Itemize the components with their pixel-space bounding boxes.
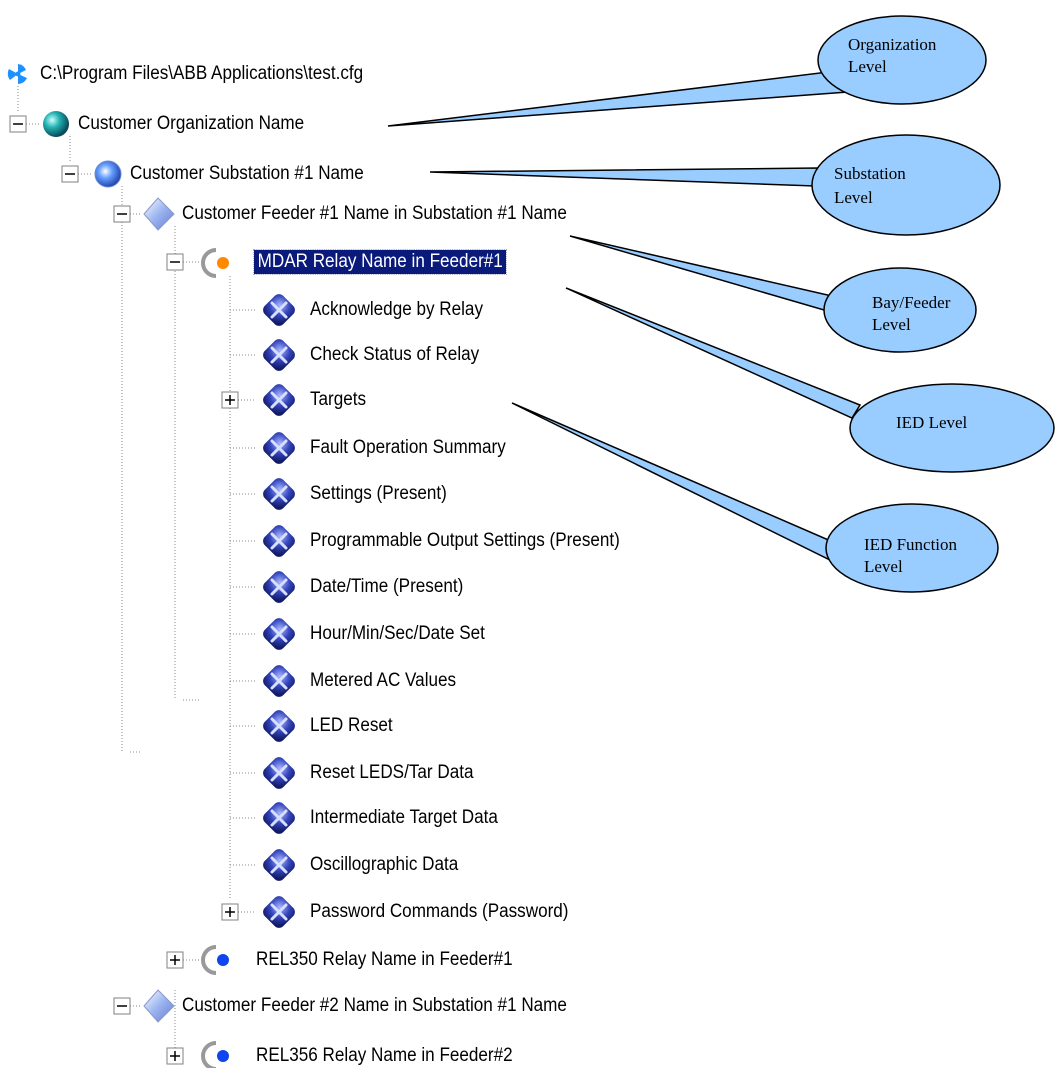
function-item[interactable]: Targets bbox=[310, 388, 366, 412]
collapse-toggle-substation[interactable] bbox=[61, 165, 79, 183]
tree-node-feeder1[interactable]: Customer Feeder #1 Name in Substation #1… bbox=[182, 202, 567, 226]
function-item[interactable]: Oscillographic Data bbox=[310, 853, 458, 877]
mdar-relay-icon bbox=[201, 248, 229, 278]
function-icons bbox=[263, 294, 295, 928]
collapse-toggle-organization[interactable] bbox=[9, 115, 27, 133]
rel356-relay-icon bbox=[201, 1041, 229, 1071]
callout-substation-bubble bbox=[811, 134, 1001, 236]
function-icon bbox=[263, 710, 295, 742]
callout-ied-function-line2: Level bbox=[864, 557, 903, 576]
function-item[interactable]: Date/Time (Present) bbox=[310, 575, 463, 599]
collapse-toggle-feeder1[interactable] bbox=[113, 205, 131, 223]
callout-bay-line1: Bay/Feeder bbox=[872, 293, 951, 312]
function-item[interactable]: Acknowledge by Relay bbox=[310, 298, 483, 322]
function-icon bbox=[263, 478, 295, 510]
function-item[interactable]: Settings (Present) bbox=[310, 482, 447, 506]
function-item[interactable]: Fault Operation Summary bbox=[310, 436, 506, 460]
function-item[interactable]: Check Status of Relay bbox=[310, 343, 479, 367]
tree-diagram: C:\Program Files\ABB Applications\test.c… bbox=[0, 0, 1056, 1071]
expand-toggle-password-commands[interactable] bbox=[221, 903, 239, 921]
function-icon bbox=[263, 384, 295, 416]
substation-icon bbox=[94, 160, 122, 188]
function-item[interactable]: Reset LEDS/Tar Data bbox=[310, 761, 473, 785]
expand-toggle-targets[interactable] bbox=[221, 391, 239, 409]
function-item[interactable]: Password Commands (Password) bbox=[310, 900, 568, 924]
feeder1-icon bbox=[143, 197, 175, 231]
collapse-toggle-mdar-relay[interactable] bbox=[166, 253, 184, 271]
callout-ied-function-line1: IED Function bbox=[864, 535, 958, 554]
callout-organization-line1: Organization bbox=[848, 35, 937, 54]
callout-organization-line2: Level bbox=[848, 57, 887, 76]
function-icon bbox=[263, 571, 295, 603]
callout-ied-line1: IED Level bbox=[896, 413, 968, 432]
expand-toggle-rel356[interactable] bbox=[166, 1047, 184, 1065]
function-icon bbox=[263, 849, 295, 881]
tree-node-organization[interactable]: Customer Organization Name bbox=[78, 112, 304, 136]
function-item[interactable]: LED Reset bbox=[310, 714, 393, 738]
callout-substation-line2: Level bbox=[834, 188, 873, 207]
function-item[interactable]: Programmable Output Settings (Present) bbox=[310, 529, 620, 553]
function-icon bbox=[263, 339, 295, 371]
function-icon bbox=[263, 525, 295, 557]
function-icon bbox=[263, 802, 295, 834]
rel350-relay-icon bbox=[201, 945, 229, 975]
function-item[interactable]: Intermediate Target Data bbox=[310, 806, 498, 830]
function-item[interactable]: Metered AC Values bbox=[310, 669, 456, 693]
function-icon bbox=[263, 896, 295, 928]
function-icon bbox=[263, 665, 295, 697]
tree-connectors bbox=[17, 86, 256, 1056]
tree-node-rel356-relay[interactable]: REL356 Relay Name in Feeder#2 bbox=[256, 1044, 513, 1068]
expand-toggle-rel350[interactable] bbox=[166, 951, 184, 969]
config-path-label[interactable]: C:\Program Files\ABB Applications\test.c… bbox=[40, 62, 363, 86]
callout-bay-line2: Level bbox=[872, 315, 911, 334]
function-item[interactable]: Hour/Min/Sec/Date Set bbox=[310, 622, 485, 646]
config-file-icon bbox=[7, 64, 28, 84]
tree-node-feeder2[interactable]: Customer Feeder #2 Name in Substation #1… bbox=[182, 994, 567, 1018]
callout-substation-line1: Substation bbox=[834, 164, 906, 183]
function-icon bbox=[263, 618, 295, 650]
feeder2-icon bbox=[143, 989, 175, 1023]
callout-organization-bubble bbox=[817, 15, 987, 105]
function-icon bbox=[263, 432, 295, 464]
tree-node-mdar-relay-selected[interactable]: MDAR Relay Name in Feeder#1 bbox=[253, 249, 508, 275]
function-icon bbox=[263, 294, 295, 326]
collapse-toggle-feeder2[interactable] bbox=[113, 997, 131, 1015]
tree-node-rel350-relay[interactable]: REL350 Relay Name in Feeder#1 bbox=[256, 948, 513, 972]
organization-globe-icon bbox=[43, 111, 69, 137]
function-icon bbox=[263, 757, 295, 789]
tree-node-substation[interactable]: Customer Substation #1 Name bbox=[130, 162, 364, 186]
